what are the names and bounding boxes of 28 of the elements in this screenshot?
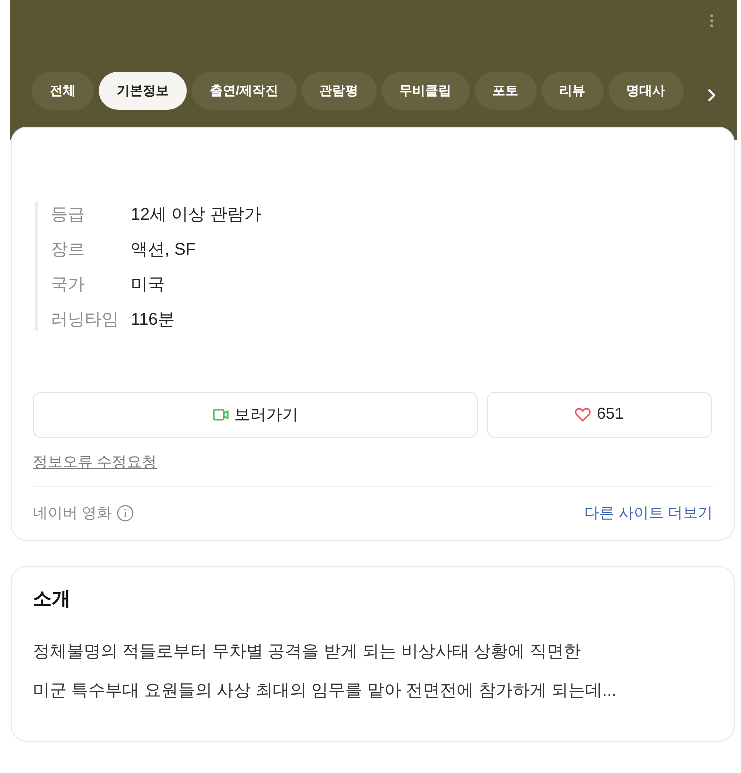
report-error-link[interactable]: 정보오류 수정요청 <box>33 453 158 472</box>
chevron-right-icon[interactable] <box>708 88 716 102</box>
tab[interactable]: 무비클립 <box>382 72 470 110</box>
info-icon[interactable] <box>117 505 134 522</box>
like-button[interactable]: 651 <box>487 392 712 438</box>
info-value: 12세 이상 관람가 <box>131 204 262 226</box>
tab[interactable]: 리뷰 <box>542 72 604 110</box>
info-label: 국가 <box>51 274 86 296</box>
more-sites-link[interactable]: 다른 사이트 더보기 <box>584 504 713 523</box>
info-label: 러닝타임 <box>51 308 120 330</box>
tab[interactable]: 기본정보 <box>99 72 187 110</box>
info-value: 액션, SF <box>131 238 196 260</box>
info-label: 등급 <box>51 204 86 226</box>
info-value: 116분 <box>131 308 176 330</box>
tab[interactable]: 포토 <box>474 72 537 110</box>
tab[interactable]: 출연/제작진 <box>192 72 297 110</box>
tab[interactable]: 명대사 <box>608 72 684 110</box>
source-label: 네이버 영화 <box>33 504 112 523</box>
tab[interactable]: 관람평 <box>302 72 377 110</box>
section-title: 소개 <box>33 588 72 612</box>
synopsis-text: 정체불명의 적들로부터 무차별 공격을 받게 되는 비상사태 상황에 직면한 미군 특수부대 요원들의 사상 최대의 임무를 맡아 전면전에 참가하게 되는데... <box>33 641 618 702</box>
more-menu-icon[interactable] <box>710 14 714 28</box>
watch-button[interactable]: 보러가기 <box>33 392 478 438</box>
heart-icon <box>575 408 592 422</box>
info-label: 장르 <box>51 238 86 260</box>
info-value: 미국 <box>131 274 165 296</box>
tab[interactable]: 전체 <box>32 72 94 110</box>
video-camera-icon <box>212 409 228 421</box>
